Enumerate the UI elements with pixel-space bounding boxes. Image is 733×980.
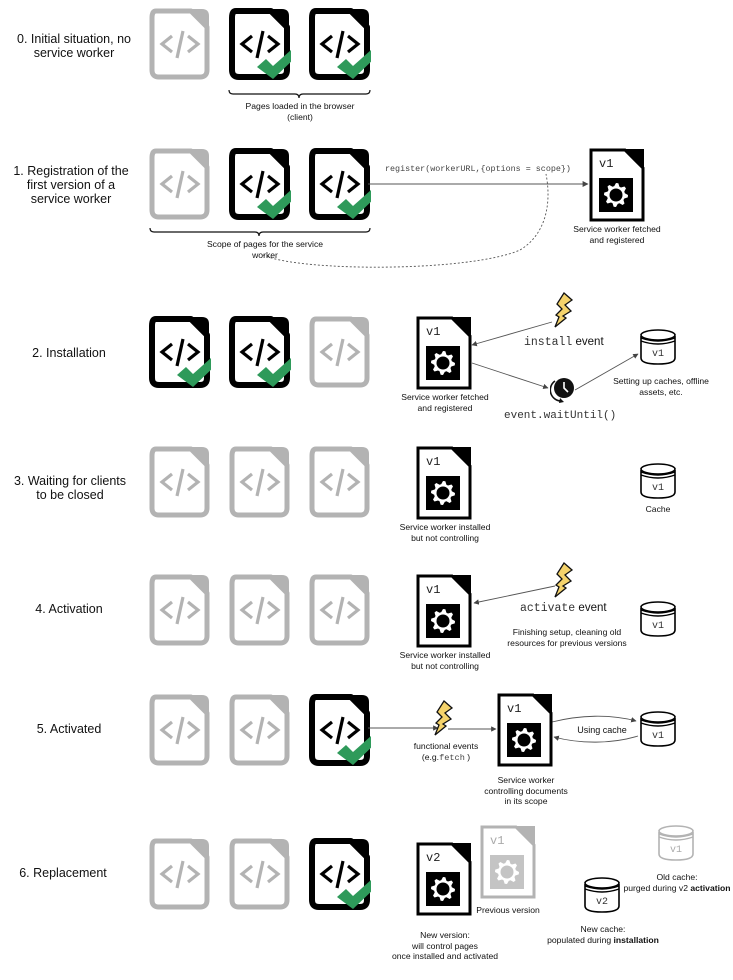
- worker-version-text: v1: [426, 455, 440, 469]
- activate-event-caption: Finishing setup, cleaning old resources …: [507, 627, 627, 648]
- cache-v1-old: v1: [656, 824, 696, 861]
- client-bracket-caption: Pages loaded in the browser (client): [245, 101, 355, 122]
- cache-v1-in-use: v1: [638, 710, 678, 747]
- old-cache-caption: Old cache: purged during v2 activation: [618, 872, 733, 893]
- worker-caption-step-5: Service worker controlling documents in …: [484, 775, 568, 806]
- lightning-bolt-icon: [554, 562, 574, 598]
- activate-lightning-bolt-icon: [550, 562, 576, 598]
- cache-version-text: v1: [670, 845, 682, 856]
- new-cache-caption: New cache: populated during installation: [540, 924, 666, 945]
- worker-caption-step-4: Service worker installed but not control…: [399, 650, 491, 671]
- activate-event-arrow: [473, 585, 556, 605]
- wait-until-arrow: [471, 362, 549, 390]
- functional-events-caption: functional events (e.g.fetch ): [406, 741, 486, 763]
- cylinder-top: [640, 711, 676, 723]
- cache-v1-setup: v1: [638, 328, 678, 365]
- worker-v1-activating: v1: [416, 574, 472, 648]
- cache-version-text: v1: [652, 621, 664, 632]
- functional-events-example: (e.g.fetch ): [421, 751, 471, 763]
- client-bracket: [228, 89, 371, 99]
- cache-v2-new: v2: [582, 876, 622, 913]
- wait-until-label: event.waitUntil(): [504, 410, 617, 422]
- worker-caption-step-3: Service worker installed but not control…: [399, 522, 491, 543]
- cylinder-top: [658, 825, 694, 837]
- worker-v1-waiting: v1: [416, 446, 472, 520]
- cache-caption-step-2: Setting up caches, offline assets, etc.: [613, 376, 709, 397]
- cache-version-text: v2: [596, 897, 608, 908]
- new-version-caption: New version: will control pages once ins…: [391, 930, 499, 961]
- worker-version-text: v2: [426, 851, 440, 865]
- previous-version-caption: Previous version: [476, 905, 540, 915]
- worker-v2-new: v2: [416, 842, 472, 916]
- worker-v1-controlling: v1: [497, 693, 553, 767]
- connectors-overlay: [149, 89, 639, 743]
- functional-lightning-bolt-icon: [430, 700, 456, 736]
- worker-version-text: v1: [599, 157, 613, 171]
- cache-version-text: v1: [652, 349, 664, 360]
- activate-event-label: activate event: [520, 602, 607, 615]
- worker-v1-registered: v1: [589, 148, 645, 222]
- worker-caption-step-1: Service worker fetched and registered: [573, 224, 661, 245]
- cache-caption-step-3: Cache: [645, 504, 671, 514]
- scope-bracket: [149, 227, 371, 237]
- install-lightning-bolt-icon: [550, 292, 576, 328]
- wait-clock-icon: [549, 375, 576, 405]
- worker-caption-step-2: Service worker fetched and registered: [401, 392, 489, 413]
- scope-bracket-caption: Scope of pages for the service worker: [206, 239, 324, 260]
- old-cache-caption-line-2: purged during v2 activation: [623, 882, 731, 893]
- install-event-label: install event: [524, 336, 604, 349]
- cache-v1-activating: v1: [638, 600, 678, 637]
- new-cache-caption-line-2: populated during installation: [547, 934, 659, 945]
- worker-v1-installing: v1: [416, 316, 472, 390]
- cache-to-worker-arrow: [553, 735, 639, 743]
- worker-version-text: v1: [490, 834, 504, 848]
- cache-version-text: v1: [652, 731, 664, 742]
- worker-to-cache-arrow: [551, 715, 637, 723]
- worker-version-text: v1: [426, 583, 440, 597]
- using-cache-label: Using cache: [577, 725, 627, 735]
- cylinder-top: [640, 463, 676, 475]
- worker-version-text: v1: [507, 702, 521, 716]
- cylinder-top: [640, 329, 676, 341]
- cylinder-top: [640, 601, 676, 613]
- worker-v1-previous: v1: [480, 825, 536, 899]
- lightning-bolt-icon: [434, 700, 454, 736]
- cylinder-top: [584, 877, 620, 889]
- register-call-label: register(workerURL,{options = scope}): [385, 164, 571, 174]
- lightning-bolt-icon: [554, 292, 574, 328]
- cache-version-text: v1: [652, 483, 664, 494]
- worker-version-text: v1: [426, 325, 440, 339]
- cache-v1-waiting: v1: [638, 462, 678, 499]
